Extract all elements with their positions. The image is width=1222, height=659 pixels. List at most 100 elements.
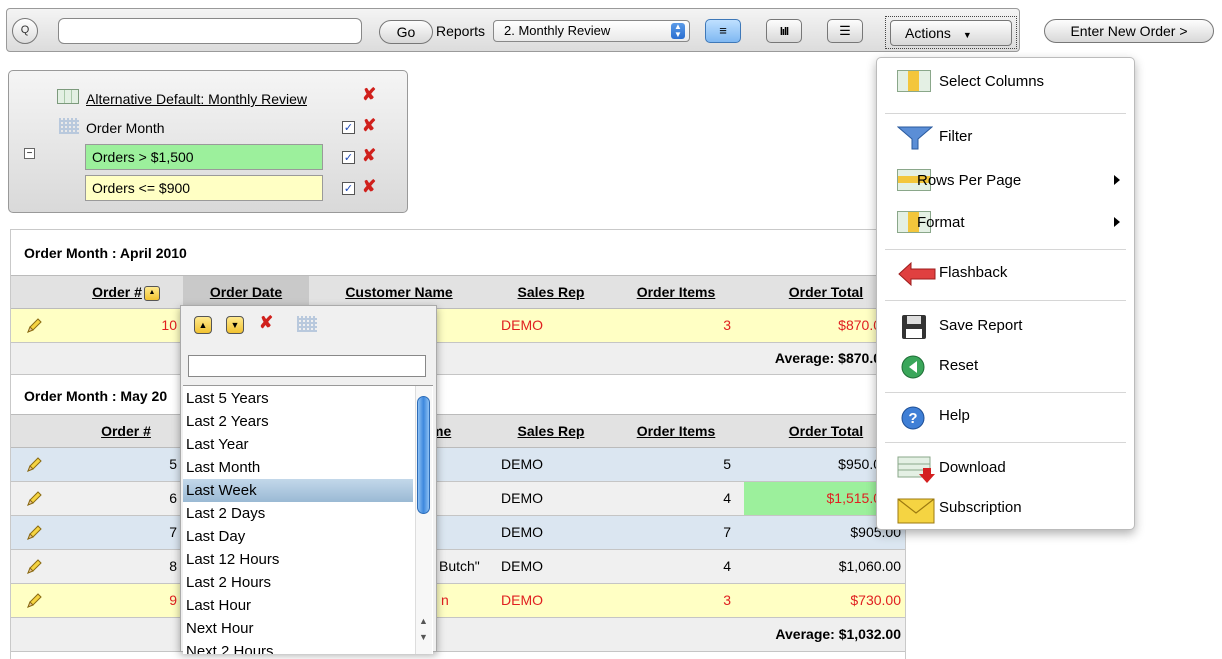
header-order-number[interactable]: Order # ▲ bbox=[81, 276, 171, 309]
cell-order-number: 8 bbox=[169, 558, 177, 574]
saved-report-link[interactable]: Alternative Default: Monthly Review bbox=[86, 91, 307, 107]
group-by-icon: ☰ bbox=[839, 23, 851, 38]
group-by-label: Order Month bbox=[86, 120, 165, 136]
list-icon: ≡ bbox=[719, 23, 727, 38]
list-item[interactable]: Last Hour bbox=[183, 594, 413, 617]
cell-order-items: 5 bbox=[723, 456, 731, 472]
group-heading-may: Order Month : May 20 bbox=[24, 388, 168, 404]
header-sales-rep[interactable]: Sales Rep bbox=[491, 276, 611, 309]
chevron-down-icon: ▼ bbox=[962, 30, 972, 40]
cell-sales-rep: DEMO bbox=[501, 490, 543, 506]
menu-item-select-columns[interactable]: Select Columns bbox=[877, 63, 1134, 101]
edit-pencil-icon[interactable] bbox=[25, 592, 43, 610]
menu-label: Rows Per Page bbox=[917, 172, 1022, 189]
reports-select-value: 2. Monthly Review bbox=[504, 23, 611, 38]
list-item[interactable]: Last Day bbox=[183, 525, 413, 548]
menu-item-flashback[interactable]: Flashback bbox=[877, 254, 1134, 292]
remove-highlight-1-icon[interactable]: ✘ bbox=[362, 147, 386, 165]
table-row: 10 DEMO 3 $870.0 bbox=[11, 309, 905, 343]
menu-item-format[interactable]: Format bbox=[877, 204, 1134, 242]
header-order-total[interactable]: Order Total bbox=[771, 415, 881, 448]
cell-sales-rep: DEMO bbox=[501, 558, 543, 574]
select-columns-icon bbox=[897, 70, 933, 94]
reports-label: Reports bbox=[436, 23, 486, 39]
column-filter-input[interactable] bbox=[188, 355, 426, 377]
menu-item-help[interactable]: ? Help bbox=[877, 397, 1134, 435]
edit-pencil-icon[interactable] bbox=[25, 317, 43, 335]
control-break-icon[interactable] bbox=[297, 316, 317, 332]
header-order-number[interactable]: Order # bbox=[81, 415, 171, 448]
list-item[interactable]: Last 2 Years bbox=[183, 410, 413, 433]
list-item[interactable]: Last Year bbox=[183, 433, 413, 456]
header-order-items[interactable]: Order Items bbox=[621, 276, 731, 309]
view-chart-button[interactable]: lıll bbox=[766, 19, 802, 43]
edit-pencil-icon[interactable] bbox=[25, 456, 43, 474]
list-item[interactable]: Last 2 Days bbox=[183, 502, 413, 525]
remove-group-by-icon[interactable]: ✘ bbox=[362, 117, 386, 135]
header-customer-name-partial[interactable]: me bbox=[431, 415, 471, 448]
average-value: Average: $1,032.00 bbox=[775, 626, 901, 642]
scrollbar-thumb[interactable] bbox=[417, 396, 430, 514]
reports-select[interactable]: 2. Monthly Review ▲ ▼ bbox=[493, 20, 690, 42]
list-item[interactable]: Last 5 Years bbox=[183, 387, 413, 410]
scroll-up-arrow-icon[interactable]: ▲ bbox=[419, 616, 428, 626]
collapse-icon[interactable]: − bbox=[24, 148, 35, 159]
scroll-down-arrow-icon[interactable]: ▼ bbox=[419, 632, 428, 642]
menu-item-reset[interactable]: Reset bbox=[877, 347, 1134, 385]
hide-column-icon[interactable]: ✘ bbox=[259, 314, 283, 332]
submenu-arrow-icon bbox=[1114, 217, 1120, 227]
menu-divider bbox=[885, 300, 1126, 301]
search-input[interactable] bbox=[58, 18, 362, 44]
remove-report-icon[interactable]: ✘ bbox=[362, 86, 386, 104]
cell-order-total: $1,060.00 bbox=[838, 558, 901, 574]
highlight-1-checkbox[interactable]: ✓ bbox=[342, 151, 355, 164]
submenu-arrow-icon bbox=[1114, 175, 1120, 185]
edit-pencil-icon[interactable] bbox=[25, 490, 43, 508]
filter-funnel-icon bbox=[896, 125, 934, 150]
highlight-filter-2[interactable]: Orders <= $900 bbox=[85, 175, 323, 201]
list-item-selected[interactable]: Last Week bbox=[183, 479, 413, 502]
table-row: 7 DEMO 7 $905.00 bbox=[11, 516, 905, 550]
cell-order-items: 3 bbox=[723, 317, 731, 333]
go-button[interactable]: Go bbox=[379, 20, 433, 44]
actions-button[interactable]: Actions ▼ bbox=[890, 20, 1012, 46]
header-order-items[interactable]: Order Items bbox=[621, 415, 731, 448]
menu-divider bbox=[885, 392, 1126, 393]
cell-sales-rep: DEMO bbox=[501, 456, 543, 472]
list-item[interactable]: Last 2 Hours bbox=[183, 571, 413, 594]
cell-customer-name: Butch" bbox=[439, 558, 480, 574]
table-row: 8 Butch" DEMO 4 $1,060.00 bbox=[11, 550, 905, 584]
menu-divider bbox=[885, 113, 1126, 114]
cell-sales-rep: DEMO bbox=[501, 592, 543, 608]
search-icon[interactable]: Q bbox=[12, 18, 38, 44]
view-group-by-button[interactable]: ☰ bbox=[827, 19, 863, 43]
sort-descending-icon[interactable]: ▼ bbox=[226, 316, 244, 334]
menu-item-download[interactable]: Download bbox=[877, 449, 1134, 487]
remove-highlight-2-icon[interactable]: ✘ bbox=[362, 178, 386, 196]
list-item[interactable]: Last Month bbox=[183, 456, 413, 479]
edit-pencil-icon[interactable] bbox=[25, 558, 43, 576]
cell-customer-name: n bbox=[441, 592, 449, 608]
sort-ascending-icon[interactable]: ▲ bbox=[194, 316, 212, 334]
flashback-arrow-icon bbox=[897, 261, 936, 287]
chart-icon: lıll bbox=[779, 26, 789, 38]
highlight-2-checkbox[interactable]: ✓ bbox=[342, 182, 355, 195]
header-sales-rep[interactable]: Sales Rep bbox=[491, 415, 611, 448]
list-item[interactable]: Last 12 Hours bbox=[183, 548, 413, 571]
report-table-icon bbox=[57, 89, 79, 104]
cell-sales-rep: DEMO bbox=[501, 317, 543, 333]
header-order-total[interactable]: Order Total bbox=[771, 276, 881, 309]
group-by-checkbox[interactable]: ✓ bbox=[342, 121, 355, 134]
edit-pencil-icon[interactable] bbox=[25, 524, 43, 542]
enter-new-order-button[interactable]: Enter New Order > bbox=[1044, 19, 1214, 43]
list-item[interactable]: Next Hour bbox=[183, 617, 413, 640]
highlight-filter-1[interactable]: Orders > $1,500 bbox=[85, 144, 323, 170]
menu-item-filter[interactable]: Filter bbox=[877, 118, 1134, 156]
menu-label: Format bbox=[917, 214, 965, 231]
help-icon: ? bbox=[897, 404, 933, 430]
view-report-button[interactable]: ≡ bbox=[705, 19, 741, 43]
menu-item-rows-per-page[interactable]: Rows Per Page bbox=[877, 162, 1134, 200]
menu-item-save-report[interactable]: Save Report bbox=[877, 307, 1134, 345]
menu-item-subscription[interactable]: Subscription bbox=[877, 489, 1134, 527]
column-values-list[interactable]: Last 5 Years Last 2 Years Last Year Last… bbox=[183, 385, 433, 654]
